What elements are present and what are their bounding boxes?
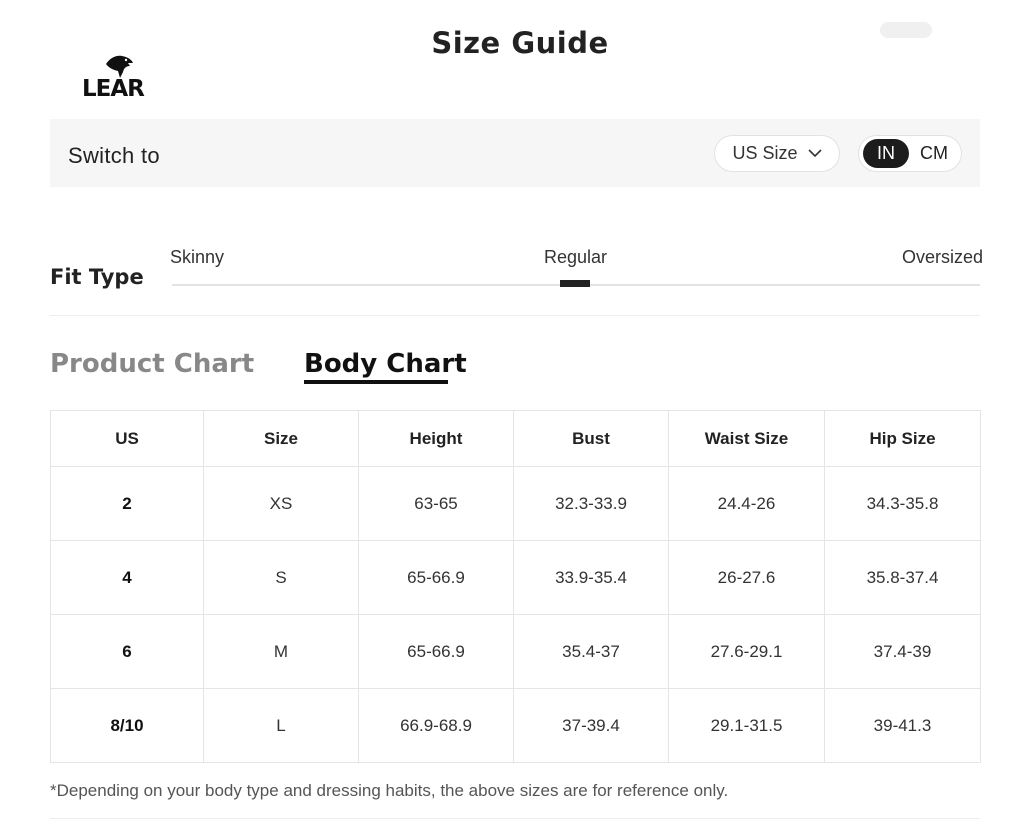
tab-body-chart[interactable]: Body Chart: [304, 349, 467, 379]
fit-option-oversized[interactable]: Oversized: [902, 247, 983, 268]
table-cell: 26-27.6: [668, 540, 825, 615]
fit-option-skinny[interactable]: Skinny: [170, 247, 224, 268]
table-cell: 24.4-26: [668, 466, 825, 541]
logo-wordmark: LEAR: [82, 76, 145, 102]
table-cell: 37-39.4: [513, 688, 669, 763]
section-divider: [50, 315, 980, 316]
table-cell: 27.6-29.1: [668, 614, 825, 689]
tab-product-chart[interactable]: Product Chart: [50, 349, 254, 379]
switch-bar: Switch to US Size IN CM: [50, 119, 980, 187]
table-cell: 6: [50, 614, 204, 689]
table-cell: 34.3-35.8: [824, 466, 981, 541]
column-header-size: Size: [203, 410, 359, 467]
fit-slider-marker[interactable]: [560, 280, 590, 287]
table-cell: XS: [203, 466, 359, 541]
table-cell: 37.4-39: [824, 614, 981, 689]
table-cell: M: [203, 614, 359, 689]
chevron-down-icon: [807, 149, 822, 158]
table-row: 8/10 L 66.9-68.9 37-39.4 29.1-31.5 39-41…: [50, 688, 981, 763]
table-cell: S: [203, 540, 359, 615]
table-row: 6 M 65-66.9 35.4-37 27.6-29.1 37.4-39: [50, 614, 981, 689]
close-button[interactable]: [880, 22, 932, 38]
table-cell: 32.3-33.9: [513, 466, 669, 541]
reference-footnote: *Depending on your body type and dressin…: [50, 781, 729, 800]
table-cell: 63-65: [358, 466, 514, 541]
table-cell: 66.9-68.9: [358, 688, 514, 763]
table-row: 2 XS 63-65 32.3-33.9 24.4-26 34.3-35.8: [50, 466, 981, 541]
table-cell: 35.4-37: [513, 614, 669, 689]
eagle-icon: [106, 55, 133, 78]
table-row: 4 S 65-66.9 33.9-35.4 26-27.6 35.8-37.4: [50, 540, 981, 615]
size-system-select[interactable]: US Size: [714, 135, 840, 172]
table-cell: 39-41.3: [824, 688, 981, 763]
switch-label: Switch to: [68, 143, 160, 168]
footer-divider: [50, 818, 980, 819]
column-header-height: Height: [358, 410, 514, 467]
table-cell: 65-66.9: [358, 540, 514, 615]
table-cell: 8/10: [50, 688, 204, 763]
table-cell: L: [203, 688, 359, 763]
table-cell: 2: [50, 466, 204, 541]
table-cell: 4: [50, 540, 204, 615]
size-system-value: US Size: [732, 143, 798, 163]
table-cell: 29.1-31.5: [668, 688, 825, 763]
fit-type-label: Fit Type: [50, 265, 144, 289]
column-header-bust: Bust: [513, 410, 669, 467]
active-tab-underline: [304, 380, 448, 384]
column-header-us: US: [50, 410, 204, 467]
table-header-row: US Size Height Bust Waist Size Hip Size: [50, 410, 981, 467]
column-header-waist: Waist Size: [668, 410, 825, 467]
fit-option-regular[interactable]: Regular: [544, 247, 607, 268]
table-cell: 65-66.9: [358, 614, 514, 689]
table-cell: 35.8-37.4: [824, 540, 981, 615]
brand-logo: LEAR: [80, 54, 160, 102]
column-header-hip: Hip Size: [824, 410, 981, 467]
unit-option-cm[interactable]: CM: [911, 139, 957, 168]
size-table: US Size Height Bust Waist Size Hip Size …: [50, 410, 981, 763]
unit-option-in[interactable]: IN: [863, 139, 909, 168]
unit-toggle: IN CM: [858, 135, 962, 172]
table-cell: 33.9-35.4: [513, 540, 669, 615]
